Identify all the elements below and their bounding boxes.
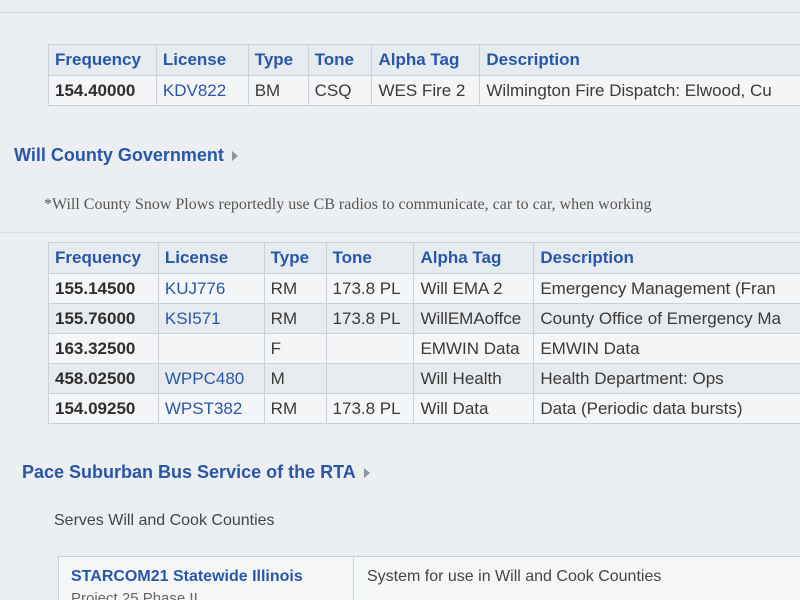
system-name-link[interactable]: STARCOM21 Statewide Illinois: [71, 568, 303, 586]
alpha-tag-cell: Will Health: [413, 363, 535, 394]
alpha-tag-cell: EMWIN Data: [413, 333, 535, 364]
table-header-row: Frequency License Type Tone Alpha Tag De…: [48, 44, 800, 76]
section-description: Serves Will and Cook Counties: [54, 512, 275, 529]
description-cell: Data (Periodic data bursts): [533, 393, 800, 424]
divider: [0, 232, 800, 233]
section-note: *Will County Snow Plows reportedly use C…: [44, 196, 652, 213]
license-link[interactable]: WPPC480: [157, 363, 265, 394]
tone-cell: 173.8 PL: [325, 393, 415, 424]
description-cell: Wilmington Fire Dispatch: Elwood, Cu: [479, 75, 800, 106]
system-description: System for use in Will and Cook Counties: [367, 568, 662, 585]
table-row: 154.40000 KDV822 BM CSQ WES Fire 2 Wilmi…: [48, 75, 800, 106]
column-header-license[interactable]: License: [155, 44, 249, 76]
frequency-cell: 154.40000: [48, 75, 157, 106]
section-heading-label: Will County Government: [14, 145, 224, 165]
type-cell: M: [263, 363, 327, 394]
tone-cell: [325, 333, 415, 364]
chevron-right-icon: [363, 468, 370, 479]
table-row: 154.09250 WPST382 RM 173.8 PL Will Data …: [48, 393, 800, 424]
table-header-row: Frequency License Type Tone Alpha Tag De…: [48, 242, 800, 274]
license-link[interactable]: WPST382: [157, 393, 265, 424]
frequency-cell: 155.76000: [48, 303, 159, 334]
column-header-description[interactable]: Description: [479, 44, 800, 76]
frequency-table-wilmington-fire: Frequency License Type Tone Alpha Tag De…: [48, 44, 800, 106]
tone-cell: CSQ: [307, 75, 373, 106]
column-header-frequency[interactable]: Frequency: [48, 44, 157, 76]
page: Frequency License Type Tone Alpha Tag De…: [0, 0, 800, 600]
type-cell: F: [263, 333, 327, 364]
system-type: Project 25 Phase II: [71, 590, 198, 600]
system-row: STARCOM21 Statewide Illinois Project 25 …: [58, 556, 800, 600]
description-cell: Health Department: Ops: [533, 363, 800, 394]
type-cell: RM: [263, 393, 327, 424]
column-header-type[interactable]: Type: [263, 242, 327, 274]
type-cell: BM: [247, 75, 309, 106]
table-row: 155.76000 KSI571 RM 173.8 PL WillEMAoffc…: [48, 303, 800, 334]
type-cell: RM: [263, 273, 327, 304]
description-cell: Emergency Management (Fran: [533, 273, 800, 304]
table-row: 155.14500 KUJ776 RM 173.8 PL Will EMA 2 …: [48, 273, 800, 304]
column-header-alpha-tag[interactable]: Alpha Tag: [413, 242, 535, 274]
type-cell: RM: [263, 303, 327, 334]
frequency-cell: 154.09250: [48, 393, 159, 424]
license-link[interactable]: KDV822: [155, 75, 249, 106]
description-cell: County Office of Emergency Ma: [533, 303, 800, 334]
license-link[interactable]: KSI571: [157, 303, 265, 334]
divider: [353, 557, 354, 600]
column-header-alpha-tag[interactable]: Alpha Tag: [371, 44, 481, 76]
frequency-table-will-county: Frequency License Type Tone Alpha Tag De…: [48, 242, 800, 424]
alpha-tag-cell: Will Data: [413, 393, 535, 424]
column-header-type[interactable]: Type: [247, 44, 309, 76]
alpha-tag-cell: WES Fire 2: [371, 75, 481, 106]
column-header-tone[interactable]: Tone: [325, 242, 415, 274]
frequency-cell: 163.32500: [48, 333, 159, 364]
column-header-tone[interactable]: Tone: [307, 44, 373, 76]
frequency-cell: 458.02500: [48, 363, 159, 394]
tone-cell: 173.8 PL: [325, 303, 415, 334]
section-heading-will-county[interactable]: Will County Government: [14, 145, 238, 166]
tone-cell: 173.8 PL: [325, 273, 415, 304]
alpha-tag-cell: Will EMA 2: [413, 273, 535, 304]
alpha-tag-cell: WillEMAoffce: [413, 303, 535, 334]
column-header-license[interactable]: License: [157, 242, 265, 274]
description-cell: EMWIN Data: [533, 333, 800, 364]
column-header-description[interactable]: Description: [533, 242, 800, 274]
table-row: 458.02500 WPPC480 M Will Health Health D…: [48, 363, 800, 394]
table-row: 163.32500 F EMWIN Data EMWIN Data: [48, 333, 800, 364]
license-link[interactable]: KUJ776: [157, 273, 265, 304]
column-header-frequency[interactable]: Frequency: [48, 242, 159, 274]
tone-cell: [325, 363, 415, 394]
section-heading-label: Pace Suburban Bus Service of the RTA: [22, 462, 356, 482]
divider: [0, 12, 800, 13]
section-heading-pace[interactable]: Pace Suburban Bus Service of the RTA: [22, 462, 370, 483]
frequency-cell: 155.14500: [48, 273, 159, 304]
chevron-right-icon: [231, 151, 238, 162]
license-cell: [157, 333, 265, 364]
